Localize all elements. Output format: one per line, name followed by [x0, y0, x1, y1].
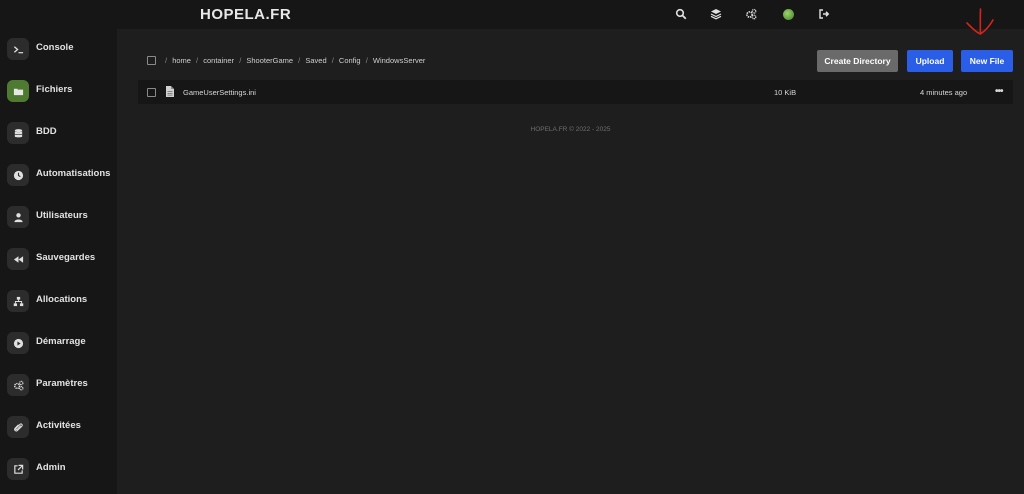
- create-directory-button[interactable]: Create Directory: [817, 50, 898, 72]
- footer-copyright: HOPELA.FR © 2022 - 2025: [530, 126, 611, 133]
- backward-icon: [7, 248, 29, 270]
- database-icon: [7, 122, 29, 144]
- sidebar-item-sauvegardes[interactable]: Sauvegardes: [0, 244, 117, 274]
- select-all-checkbox[interactable]: [147, 56, 156, 65]
- network-icon: [7, 290, 29, 312]
- sidebar-item-label: Allocations: [36, 294, 88, 305]
- top-bar: HOPELA.FR: [0, 0, 1024, 29]
- search-icon[interactable]: [674, 7, 688, 21]
- sidebar: Console Fichiers BDD Automatisations Uti…: [0, 29, 117, 494]
- play-icon: [7, 332, 29, 354]
- breadcrumb-item-container[interactable]: container: [203, 56, 234, 65]
- sidebar-item-console[interactable]: Console: [0, 34, 117, 64]
- annotation-arrow-icon: [966, 8, 994, 35]
- sidebar-item-utilisateurs[interactable]: Utilisateurs: [0, 202, 117, 232]
- sidebar-item-activitees[interactable]: Activitées: [0, 412, 117, 442]
- cogs-icon[interactable]: [744, 7, 758, 21]
- sidebar-item-parametres[interactable]: Paramètres: [0, 370, 117, 400]
- sidebar-item-allocations[interactable]: Allocations: [0, 286, 117, 316]
- breadcrumb-separator: /: [165, 56, 168, 65]
- layers-icon[interactable]: [709, 7, 723, 21]
- cogs-icon: [7, 374, 29, 396]
- sidebar-item-label: Démarrage: [36, 336, 86, 347]
- breadcrumb-item-saved[interactable]: Saved: [305, 56, 326, 65]
- sidebar-item-label: Fichiers: [36, 84, 73, 95]
- file-manager: / home / container / ShooterGame / Saved…: [117, 29, 1024, 494]
- breadcrumb: / home / container / ShooterGame / Saved…: [165, 56, 425, 65]
- sidebar-item-fichiers[interactable]: Fichiers: [0, 76, 117, 106]
- sidebar-item-bdd[interactable]: BDD: [0, 118, 117, 148]
- breadcrumb-separator: /: [365, 56, 368, 65]
- sidebar-item-demarrage[interactable]: Démarrage: [0, 328, 117, 358]
- paperclip-icon: [7, 416, 29, 438]
- external-link-icon: [7, 458, 29, 480]
- sidebar-item-label: Automatisations: [36, 168, 111, 179]
- breadcrumb-separator: /: [298, 56, 301, 65]
- file-actions-menu-icon[interactable]: •••: [995, 86, 1003, 97]
- file-name[interactable]: GameUserSettings.ini: [183, 88, 256, 97]
- terminal-icon: [7, 38, 29, 60]
- file-icon: [166, 86, 174, 97]
- sidebar-item-label: Console: [36, 42, 74, 53]
- sidebar-item-label: BDD: [36, 126, 57, 137]
- sidebar-item-automatisations[interactable]: Automatisations: [0, 160, 117, 190]
- file-modified: 4 minutes ago: [920, 88, 968, 97]
- breadcrumb-separator: /: [331, 56, 334, 65]
- avatar-icon[interactable]: [781, 7, 795, 21]
- clock-icon: [7, 164, 29, 186]
- sidebar-item-label: Admin: [36, 462, 66, 473]
- sidebar-item-admin[interactable]: Admin: [0, 454, 117, 484]
- breadcrumb-separator: /: [196, 56, 199, 65]
- breadcrumb-item-shootergame[interactable]: ShooterGame: [246, 56, 293, 65]
- sidebar-item-label: Utilisateurs: [36, 210, 88, 221]
- user-icon: [7, 206, 29, 228]
- brand-logo[interactable]: HOPELA.FR: [200, 6, 291, 23]
- breadcrumb-item-home[interactable]: home: [172, 56, 191, 65]
- new-file-button[interactable]: New File: [961, 50, 1013, 72]
- sidebar-item-label: Activitées: [36, 420, 81, 431]
- file-checkbox[interactable]: [147, 88, 156, 97]
- sidebar-item-label: Paramètres: [36, 378, 88, 389]
- breadcrumb-item-windowsserver: WindowsServer: [372, 56, 426, 65]
- upload-button[interactable]: Upload: [907, 50, 953, 72]
- sidebar-item-label: Sauvegardes: [36, 252, 96, 263]
- file-size: 10 KiB: [774, 88, 797, 97]
- file-row[interactable]: GameUserSettings.ini 10 KiB 4 minutes ag…: [138, 80, 1013, 104]
- breadcrumb-item-config[interactable]: Config: [339, 56, 361, 65]
- breadcrumb-separator: /: [239, 56, 242, 65]
- sign-out-icon[interactable]: [817, 7, 831, 21]
- folder-icon: [7, 80, 29, 102]
